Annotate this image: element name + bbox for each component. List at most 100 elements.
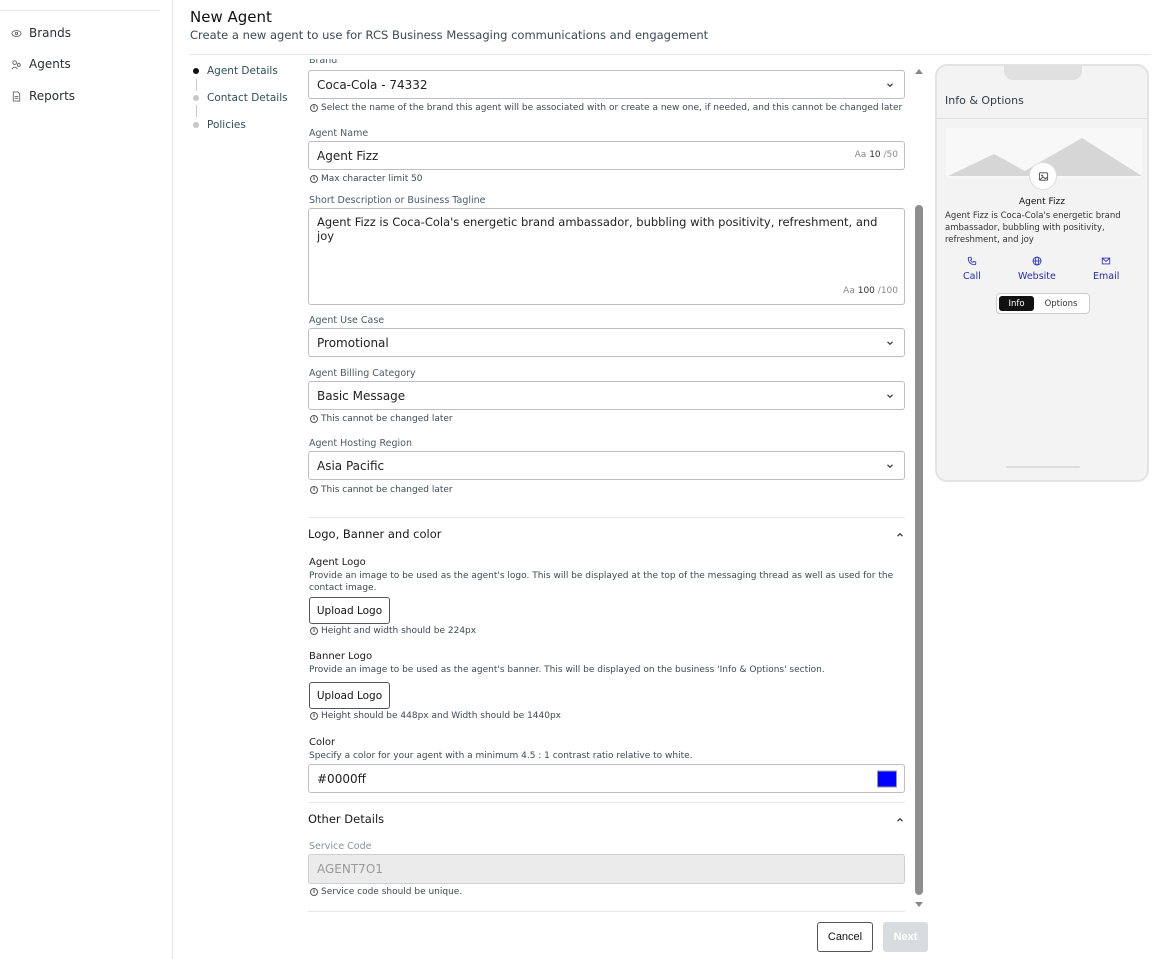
step-dot bbox=[193, 68, 199, 74]
sidebar: Brands Agents Reports bbox=[0, 0, 173, 959]
color-input[interactable]: #0000ff bbox=[308, 764, 905, 793]
tab-info[interactable]: Info bbox=[999, 296, 1034, 311]
info-icon: i bbox=[310, 175, 318, 183]
brand-value: Coca-Cola - 74332 bbox=[317, 77, 428, 92]
description-value: Agent Fizz is Coca-Cola's energetic bran… bbox=[317, 215, 878, 243]
description-label: Short Description or Business Tagline bbox=[309, 195, 486, 206]
step-connector bbox=[195, 105, 197, 117]
sidebar-divider bbox=[0, 10, 160, 11]
scroll-thumb[interactable] bbox=[915, 205, 923, 895]
service-code-label: Service Code bbox=[309, 841, 372, 852]
step-label: Agent Details bbox=[207, 65, 278, 77]
sidebar-item-agents[interactable]: Agents bbox=[11, 57, 71, 71]
upload-banner-logo-button[interactable]: Upload Logo bbox=[309, 682, 390, 709]
preview-divider bbox=[937, 118, 1147, 119]
step-connector bbox=[195, 79, 197, 91]
step-contact-details[interactable]: Contact Details bbox=[193, 92, 288, 104]
preview-website-action[interactable]: Website bbox=[1018, 256, 1056, 282]
step-policies[interactable]: Policies bbox=[193, 119, 246, 131]
step-dot bbox=[193, 95, 199, 101]
agent-name-input[interactable]: Agent Fizz Aa 10 /50 bbox=[308, 141, 905, 170]
service-code-value: AGENT7O1 bbox=[317, 862, 383, 876]
action-label: Call bbox=[963, 271, 981, 282]
step-dot bbox=[193, 122, 199, 128]
logo-section-header[interactable]: Logo, Banner and color bbox=[308, 527, 441, 541]
section-divider bbox=[308, 911, 905, 912]
info-icon: i bbox=[310, 712, 318, 720]
chevron-down-icon bbox=[887, 393, 893, 398]
step-agent-details[interactable]: Agent Details bbox=[193, 65, 278, 77]
chevron-up-icon[interactable] bbox=[895, 815, 905, 825]
counter-prefix: Aa bbox=[843, 286, 855, 296]
tab-options[interactable]: Options bbox=[1037, 296, 1085, 311]
other-section-header[interactable]: Other Details bbox=[308, 812, 384, 826]
agent-name-hint: i Max character limit 50 bbox=[310, 174, 423, 184]
action-label: Email bbox=[1093, 271, 1120, 282]
banner-logo-hint: i Height should be 448px and Width shoul… bbox=[310, 711, 561, 721]
scroll-down-arrow[interactable] bbox=[915, 902, 923, 907]
banner-logo-desc: Provide an image to be used as the agent… bbox=[309, 665, 825, 675]
counter-max: /50 bbox=[883, 150, 898, 160]
next-button[interactable]: Next bbox=[883, 922, 928, 952]
billing-value: Basic Message bbox=[317, 388, 406, 403]
counter-current: 10 bbox=[869, 150, 881, 160]
section-divider bbox=[308, 802, 905, 803]
sidebar-item-reports[interactable]: Reports bbox=[11, 89, 75, 103]
agent-logo-desc: Provide an image to be used as the agent… bbox=[309, 571, 894, 593]
eye-icon bbox=[11, 28, 22, 39]
description-textarea[interactable]: Agent Fizz is Coca-Cola's energetic bran… bbox=[308, 208, 905, 305]
action-label: Website bbox=[1018, 271, 1056, 282]
section-divider bbox=[308, 517, 905, 518]
banner-logo-title: Banner Logo bbox=[309, 651, 373, 662]
sidebar-item-brands[interactable]: Brands bbox=[11, 26, 71, 40]
region-hint: i This cannot be changed later bbox=[310, 485, 453, 495]
cancel-button[interactable]: Cancel bbox=[817, 922, 873, 952]
use-case-value: Promotional bbox=[317, 335, 389, 350]
preview-title: Info & Options bbox=[945, 94, 1024, 107]
sidebar-item-label: Brands bbox=[29, 26, 71, 40]
billing-select[interactable]: Basic Message bbox=[308, 381, 905, 410]
scroll-up-arrow[interactable] bbox=[915, 69, 923, 74]
info-icon: i bbox=[310, 627, 318, 635]
info-icon: i bbox=[310, 486, 318, 494]
info-icon: i bbox=[310, 415, 318, 423]
brand-select[interactable]: Coca-Cola - 74332 bbox=[308, 70, 905, 99]
region-select[interactable]: Asia Pacific bbox=[308, 451, 905, 480]
globe-icon bbox=[1032, 256, 1042, 266]
info-icon: i bbox=[310, 888, 318, 896]
region-hint-text: This cannot be changed later bbox=[321, 485, 453, 495]
mail-icon bbox=[1102, 257, 1111, 265]
page-title: New Agent bbox=[190, 8, 272, 26]
service-code-hint: i Service code should be unique. bbox=[310, 887, 462, 897]
header-divider bbox=[190, 54, 1151, 55]
region-label: Agent Hosting Region bbox=[309, 438, 413, 449]
chevron-up-icon[interactable] bbox=[895, 530, 905, 540]
brand-hint: i Select the name of the brand this agen… bbox=[310, 103, 902, 113]
color-swatch[interactable] bbox=[877, 770, 897, 787]
brand-label: Brand bbox=[309, 55, 338, 66]
agent-name-hint-text: Max character limit 50 bbox=[321, 174, 423, 184]
step-label: Policies bbox=[207, 119, 246, 131]
form-scrollbar[interactable] bbox=[914, 66, 924, 911]
info-icon: i bbox=[310, 104, 318, 112]
color-desc: Specify a color for your agent with a mi… bbox=[309, 751, 693, 761]
banner-logo-hint-text: Height should be 448px and Width should … bbox=[321, 711, 562, 721]
agent-name-value: Agent Fizz bbox=[317, 148, 379, 163]
agent-name-label: Agent Name bbox=[309, 128, 369, 139]
users-icon bbox=[11, 59, 22, 70]
service-code-input[interactable]: AGENT7O1 bbox=[308, 854, 905, 884]
chevron-down-icon bbox=[887, 463, 893, 468]
color-value: #0000ff bbox=[317, 771, 366, 786]
preview-email-action[interactable]: Email bbox=[1093, 256, 1119, 282]
sidebar-item-label: Reports bbox=[29, 89, 76, 103]
region-value: Asia Pacific bbox=[317, 458, 385, 473]
preview-call-action[interactable]: Call bbox=[963, 256, 981, 282]
page-subtitle: Create a new agent to use for RCS Busine… bbox=[190, 28, 709, 42]
sidebar-item-label: Agents bbox=[29, 57, 71, 71]
use-case-select[interactable]: Promotional bbox=[308, 328, 905, 357]
billing-label: Agent Billing Category bbox=[309, 368, 416, 379]
upload-agent-logo-button[interactable]: Upload Logo bbox=[309, 597, 390, 624]
phone-icon bbox=[967, 256, 977, 266]
phone-home-indicator bbox=[1006, 466, 1080, 468]
phone-notch bbox=[1004, 66, 1082, 80]
